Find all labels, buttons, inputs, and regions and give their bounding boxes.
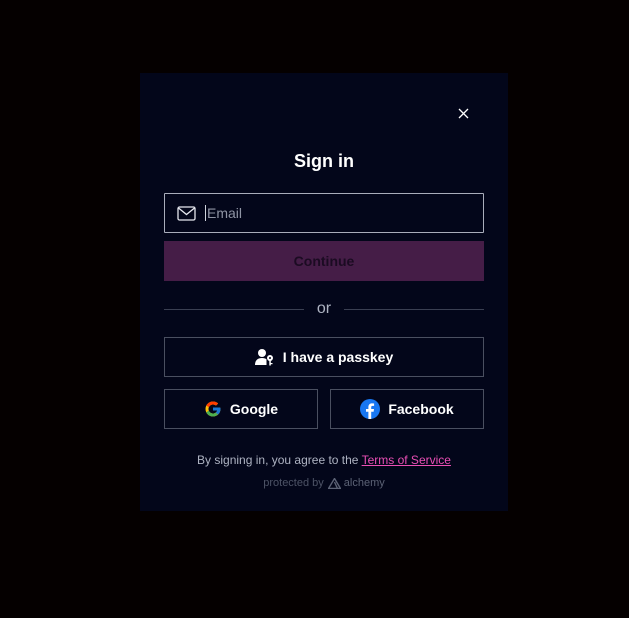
- facebook-label: Facebook: [388, 401, 454, 417]
- email-input[interactable]: [205, 205, 483, 221]
- google-icon: [204, 400, 222, 418]
- or-divider: or: [164, 299, 484, 319]
- continue-button[interactable]: Continue: [164, 241, 484, 281]
- alchemy-brand-name: alchemy: [343, 477, 385, 489]
- facebook-button[interactable]: Facebook: [330, 389, 484, 429]
- terms-of-service-link[interactable]: Terms of Service: [362, 453, 451, 467]
- divider-label: or: [316, 300, 332, 317]
- email-field[interactable]: [164, 193, 484, 233]
- alchemy-brand: alchemy: [327, 477, 385, 489]
- terms-notice: By signing in, you agree to the Terms of…: [140, 453, 508, 467]
- passkey-label: I have a passkey: [282, 349, 394, 365]
- page-title: Sign in: [294, 151, 354, 171]
- alchemy-logo-icon: [327, 477, 341, 489]
- divider-line-right: [344, 308, 484, 310]
- google-label: Google: [229, 401, 279, 417]
- passkey-button[interactable]: I have a passkey: [164, 337, 484, 377]
- protected-by: protected by alchemy: [140, 477, 508, 489]
- user-key-icon: [254, 348, 275, 366]
- close-icon[interactable]: [455, 105, 471, 121]
- sign-in-modal: Sign in Continue or I have a passkey: [140, 73, 508, 511]
- facebook-icon: [360, 399, 381, 419]
- google-button[interactable]: Google: [164, 389, 318, 429]
- divider-line-left: [164, 308, 304, 310]
- terms-prefix: By signing in, you agree to the: [197, 453, 359, 467]
- mail-icon: [177, 205, 197, 221]
- protected-prefix: protected by: [263, 477, 324, 489]
